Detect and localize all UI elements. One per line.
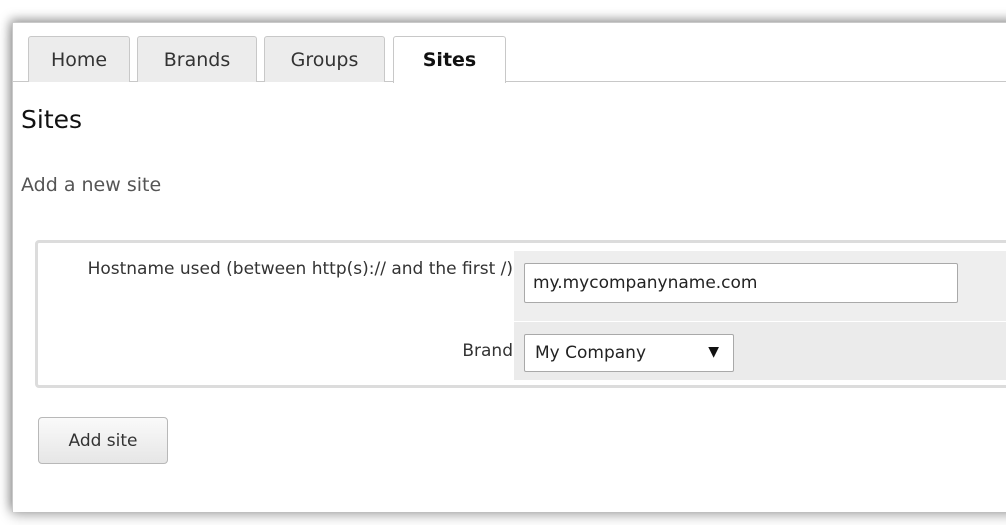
brand-row: Brand My Company ▼	[38, 322, 1006, 380]
brand-selected-value: My Company	[535, 343, 647, 363]
hostname-input[interactable]	[524, 263, 958, 303]
hostname-label: Hostname used (between http(s):// and th…	[87, 259, 513, 279]
add-site-form: Hostname used (between http(s):// and th…	[35, 240, 1006, 388]
add-site-button[interactable]: Add site	[38, 417, 168, 464]
tab-sites[interactable]: Sites	[393, 36, 506, 83]
hostname-cell	[514, 251, 1006, 321]
tab-brands[interactable]: Brands	[137, 36, 257, 82]
app-window: Home Brands Groups Sites Sites Add a new…	[12, 22, 1006, 512]
hostname-row: Hostname used (between http(s):// and th…	[38, 251, 1006, 321]
section-subtitle: Add a new site	[21, 174, 162, 196]
tab-home[interactable]: Home	[28, 36, 130, 82]
brand-select[interactable]: My Company ▼	[524, 334, 734, 372]
tab-groups[interactable]: Groups	[264, 36, 385, 82]
page-title: Sites	[21, 105, 83, 134]
tab-bar: Home Brands Groups Sites	[13, 23, 1006, 83]
brand-label: Brand	[462, 341, 513, 361]
brand-cell: My Company ▼	[514, 322, 1006, 380]
dropdown-arrow-icon: ▼	[708, 344, 719, 360]
